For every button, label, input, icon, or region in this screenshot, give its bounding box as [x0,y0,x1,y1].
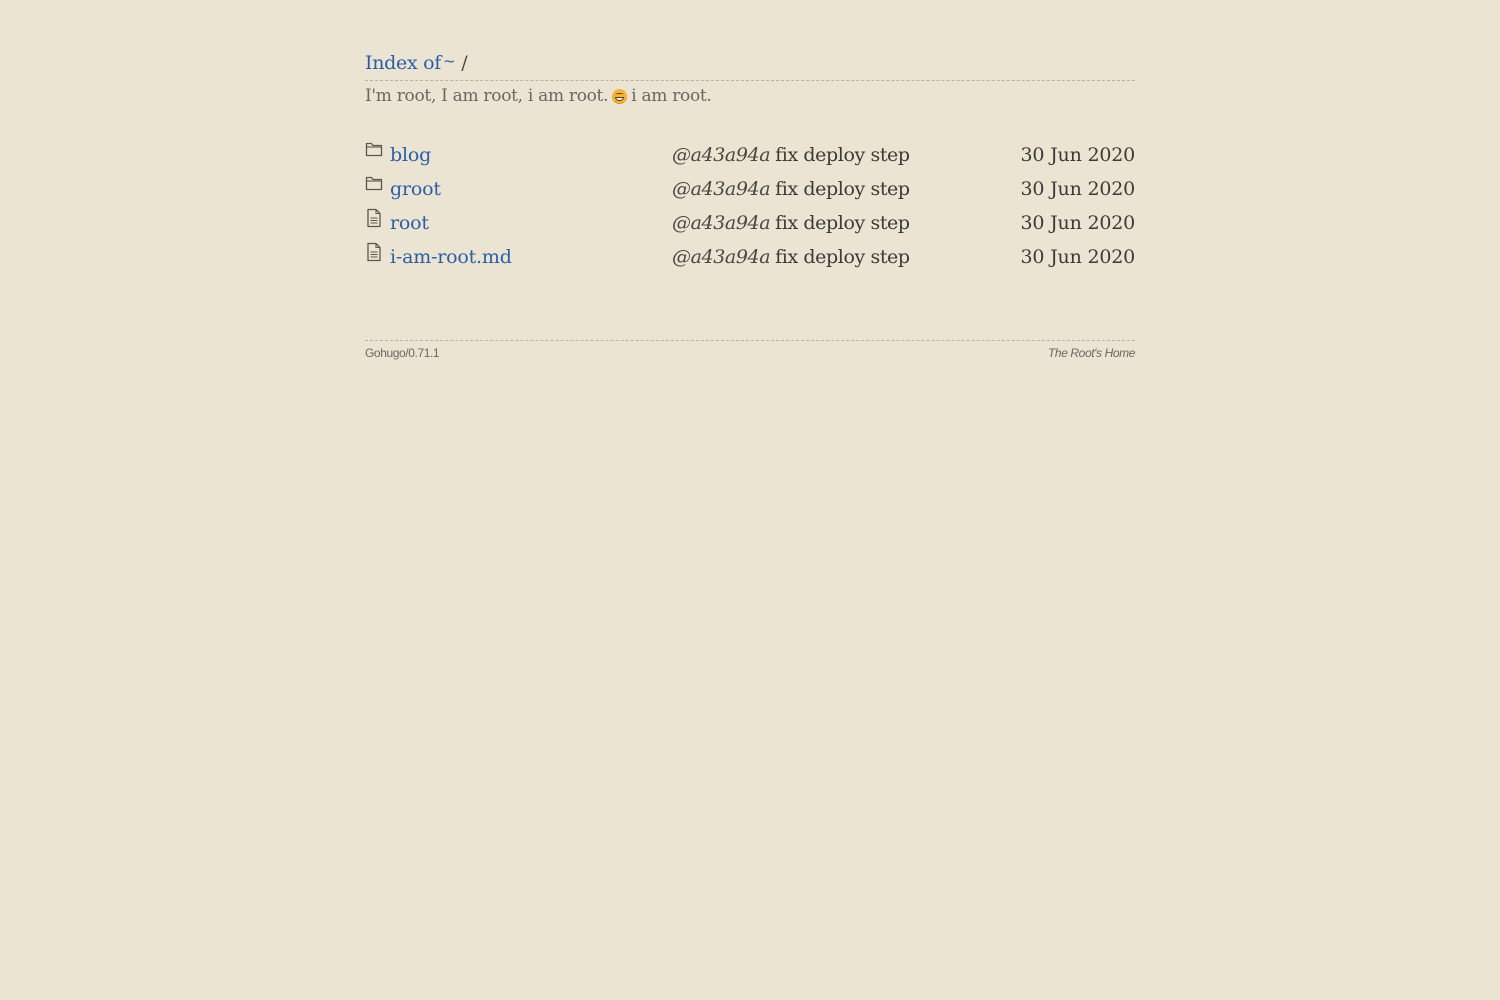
file-listing: blog @a43a94a fix deploy step 30 Jun 2020… [365,138,1135,274]
entry-date: 30 Jun 2020 [1020,212,1136,234]
entry-date: 30 Jun 2020 [1020,144,1136,166]
folder-icon [365,140,383,160]
entry-link-blog[interactable]: blog [390,144,431,166]
entry-name-cell: root [365,208,672,234]
file-icon [365,208,383,228]
index-of-link[interactable]: Index of ~ [365,46,456,81]
home-tilde: ~ [442,52,456,70]
entry-link-i-am-root-md[interactable]: i-am-root.md [390,246,512,268]
entry-link-groot[interactable]: groot [390,178,441,200]
subtitle-text-before: I'm root, I am root, i am root. [365,86,609,106]
commit-message: fix deploy step [775,212,910,234]
entry-name-cell: i-am-root.md [365,242,672,268]
entry-name-cell: blog [365,142,672,166]
subtitle: I'm root, I am root, i am root. i am roo… [365,85,1135,107]
commit-hash: @a43a94a [672,212,771,234]
entry-name-cell: groot [365,176,672,200]
grinning-face-icon [612,88,628,104]
page-container: Index of ~ / I'm root, I am root, i am ro… [365,46,1135,360]
list-item: i-am-root.md @a43a94a fix deploy step 30 … [365,240,1135,274]
entry-commit: @a43a94a fix deploy step [672,144,955,166]
commit-message: fix deploy step [775,246,910,268]
list-item: root @a43a94a fix deploy step 30 Jun 2020 [365,206,1135,240]
list-item: groot @a43a94a fix deploy step 30 Jun 202… [365,172,1135,206]
commit-message: fix deploy step [775,144,910,166]
entry-commit: @a43a94a fix deploy step [672,246,955,268]
footer: Gohugo/0.71.1 The Root's Home [365,340,1135,360]
path-separator: / [461,52,468,74]
folder-icon [365,174,383,194]
commit-hash: @a43a94a [672,178,771,200]
list-item: blog @a43a94a fix deploy step 30 Jun 2020 [365,138,1135,172]
entry-commit: @a43a94a fix deploy step [672,212,955,234]
entry-date: 30 Jun 2020 [1020,178,1136,200]
entry-date: 30 Jun 2020 [1020,246,1136,268]
commit-hash: @a43a94a [672,144,771,166]
page-title: Index of ~ / [365,46,1135,81]
file-icon [365,242,383,262]
commit-hash: @a43a94a [672,246,771,268]
index-of-label: Index of [365,52,441,74]
site-name-label: The Root's Home [1048,346,1135,360]
entry-link-root[interactable]: root [390,212,429,234]
entry-commit: @a43a94a fix deploy step [672,178,955,200]
subtitle-text-after: i am root. [631,86,712,106]
commit-message: fix deploy step [775,178,910,200]
generator-label: Gohugo/0.71.1 [365,346,440,360]
